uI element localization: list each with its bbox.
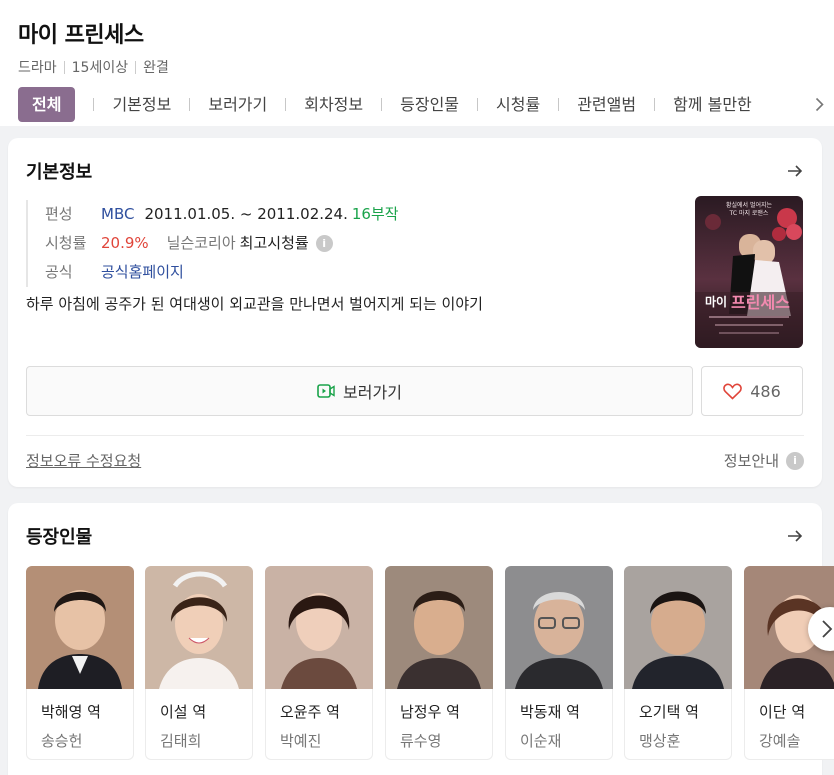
official-row: 공식 공식홈페이지 (45, 258, 626, 287)
arrow-right-icon[interactable] (786, 162, 804, 180)
heart-icon (723, 383, 743, 400)
rating-label: 시청률 (45, 234, 87, 252)
rating-value: 20.9% (101, 234, 149, 252)
tab-episodes[interactable]: 회차정보 (304, 87, 363, 122)
tab-ratings[interactable]: 시청률 (496, 87, 540, 122)
program-meta: 드라마 15세이상 완결 (18, 57, 816, 77)
cast-title: 등장인물 (26, 527, 93, 548)
role-name: 오윤주 역 (280, 703, 340, 721)
program-title: 마이 프린세스 (18, 23, 144, 48)
tab-divider (654, 98, 656, 111)
tab-albums[interactable]: 관련앨범 (577, 87, 636, 122)
rating-row: 시청률 20.9% 닐슨코리아 최고시청률 i (45, 229, 626, 258)
section-tabs: 전체 기본정보 보러가기 회차정보 등장인물 시청률 관련앨범 함께 볼만한 (18, 87, 834, 122)
age-rating-text: 15세이상 (71, 60, 129, 76)
actor-name: 이순재 (520, 732, 562, 750)
report-error-link[interactable]: 정보오류 수정요청 (26, 450, 141, 471)
cast-item[interactable]: 이단 역 강예솔 (744, 566, 834, 760)
cast-item[interactable]: 박동재 역 이순재 (505, 566, 613, 760)
tab-divider (558, 98, 560, 111)
status-text: 완결 (143, 60, 169, 76)
info-list: 편성 MBC 2011.01.05. ~ 2011.02.24. 16부작 시청… (26, 200, 626, 287)
poster-tagline: 황실에서 벌어지는 (726, 201, 773, 209)
rating-type: 최고시청률 (239, 234, 309, 252)
cast-item[interactable]: 오기택 역 맹상훈 (624, 566, 732, 760)
actor-photo (505, 566, 613, 689)
info-guide-button[interactable]: 정보안내 i (724, 450, 804, 471)
actor-name: 강예솔 (759, 732, 801, 750)
rating-source: 닐슨코리아 (166, 234, 236, 252)
like-button[interactable]: 486 (701, 366, 803, 416)
arrow-right-icon[interactable] (786, 527, 804, 545)
channel-link[interactable]: MBC (101, 200, 134, 229)
role-name: 이단 역 (759, 703, 806, 721)
cast-header: 등장인물 (26, 523, 804, 549)
card-divider (26, 435, 804, 436)
actor-photo (26, 566, 134, 689)
watch-button[interactable]: 보러가기 (26, 366, 693, 416)
tab-basic-info[interactable]: 기본정보 (112, 87, 171, 122)
cast-list: 박해영 역 송승헌 이설 역 김태희 오윤주 역 박예진 남정우 역 류수영 박… (26, 566, 834, 760)
basic-info-title: 기본정보 (26, 162, 93, 183)
cast-item[interactable]: 박해영 역 송승헌 (26, 566, 134, 760)
synopsis-text: 하루 아침에 공주가 된 여대생이 외교관을 만나면서 벌어지게 되는 이야기 (26, 295, 483, 313)
cast-item[interactable]: 이설 역 김태희 (145, 566, 253, 760)
role-name: 박해영 역 (41, 703, 101, 721)
actor-name: 류수영 (400, 732, 442, 750)
tab-divider (93, 98, 95, 111)
tab-cast[interactable]: 등장인물 (400, 87, 459, 122)
official-homepage-link[interactable]: 공식홈페이지 (101, 258, 184, 287)
tab-all[interactable]: 전체 (18, 87, 76, 122)
meta-divider (135, 60, 137, 74)
poster-tagline-2: TC 마지 로맨스 (729, 209, 769, 217)
role-name: 이설 역 (160, 703, 207, 721)
tab-recommended[interactable]: 함께 볼만한 (673, 87, 752, 122)
meta-divider (63, 60, 65, 74)
chevron-right-icon (822, 620, 833, 638)
actor-name: 김태희 (160, 732, 202, 750)
actor-photo (265, 566, 373, 689)
cast-item[interactable]: 남정우 역 류수영 (385, 566, 493, 760)
question-icon[interactable]: i (315, 235, 333, 252)
chevron-right-icon (815, 97, 824, 112)
tab-divider (189, 98, 191, 111)
actor-photo (145, 566, 253, 689)
program-header: 마이 프린세스 드라마 15세이상 완결 전체 기본정보 보러가기 회차정보 등… (0, 0, 834, 126)
broadcast-label: 편성 (45, 205, 73, 223)
broadcast-period: 2011.01.05. ~ 2011.02.24. (144, 205, 348, 223)
watch-button-label: 보러가기 (343, 383, 402, 402)
actor-name: 송승헌 (41, 732, 83, 750)
tab-divider (285, 98, 287, 111)
basic-info-header: 기본정보 (26, 158, 804, 184)
official-label: 공식 (45, 263, 73, 281)
tab-divider (477, 98, 479, 111)
tab-watch[interactable]: 보러가기 (208, 87, 267, 122)
like-count: 486 (750, 381, 781, 401)
role-name: 오기택 역 (639, 703, 699, 721)
poster-image[interactable]: 황실에서 벌어지는 TC 마지 로맨스 마이 프린세스 (695, 196, 803, 348)
role-name: 박동재 역 (520, 703, 580, 721)
broadcast-row: 편성 MBC 2011.01.05. ~ 2011.02.24. 16부작 (45, 200, 626, 229)
tabs-scroll-right-button[interactable] (804, 87, 834, 122)
info-guide-label: 정보안내 (723, 452, 779, 470)
actor-photo (624, 566, 732, 689)
episode-count: 16부작 (351, 205, 399, 223)
actor-photo (385, 566, 493, 689)
poster-title-1: 마이 (705, 294, 727, 309)
role-name: 남정우 역 (400, 703, 460, 721)
actor-name: 박예진 (280, 732, 322, 750)
info-icon: i (786, 451, 804, 470)
genre-text: 드라마 (18, 60, 57, 76)
basic-info-card: 기본정보 편성 MBC 2011.01.05. ~ 2011.02.24. 16… (8, 138, 822, 487)
cast-item[interactable]: 오윤주 역 박예진 (265, 566, 373, 760)
tab-divider (381, 98, 383, 111)
video-play-icon (317, 384, 335, 398)
cast-card: 등장인물 박해영 역 송승헌 이설 역 김태희 오윤주 역 박예진 남정우 역 … (8, 503, 834, 775)
actor-name: 맹상훈 (639, 732, 681, 750)
poster-title-2: 프린세스 (731, 293, 790, 312)
